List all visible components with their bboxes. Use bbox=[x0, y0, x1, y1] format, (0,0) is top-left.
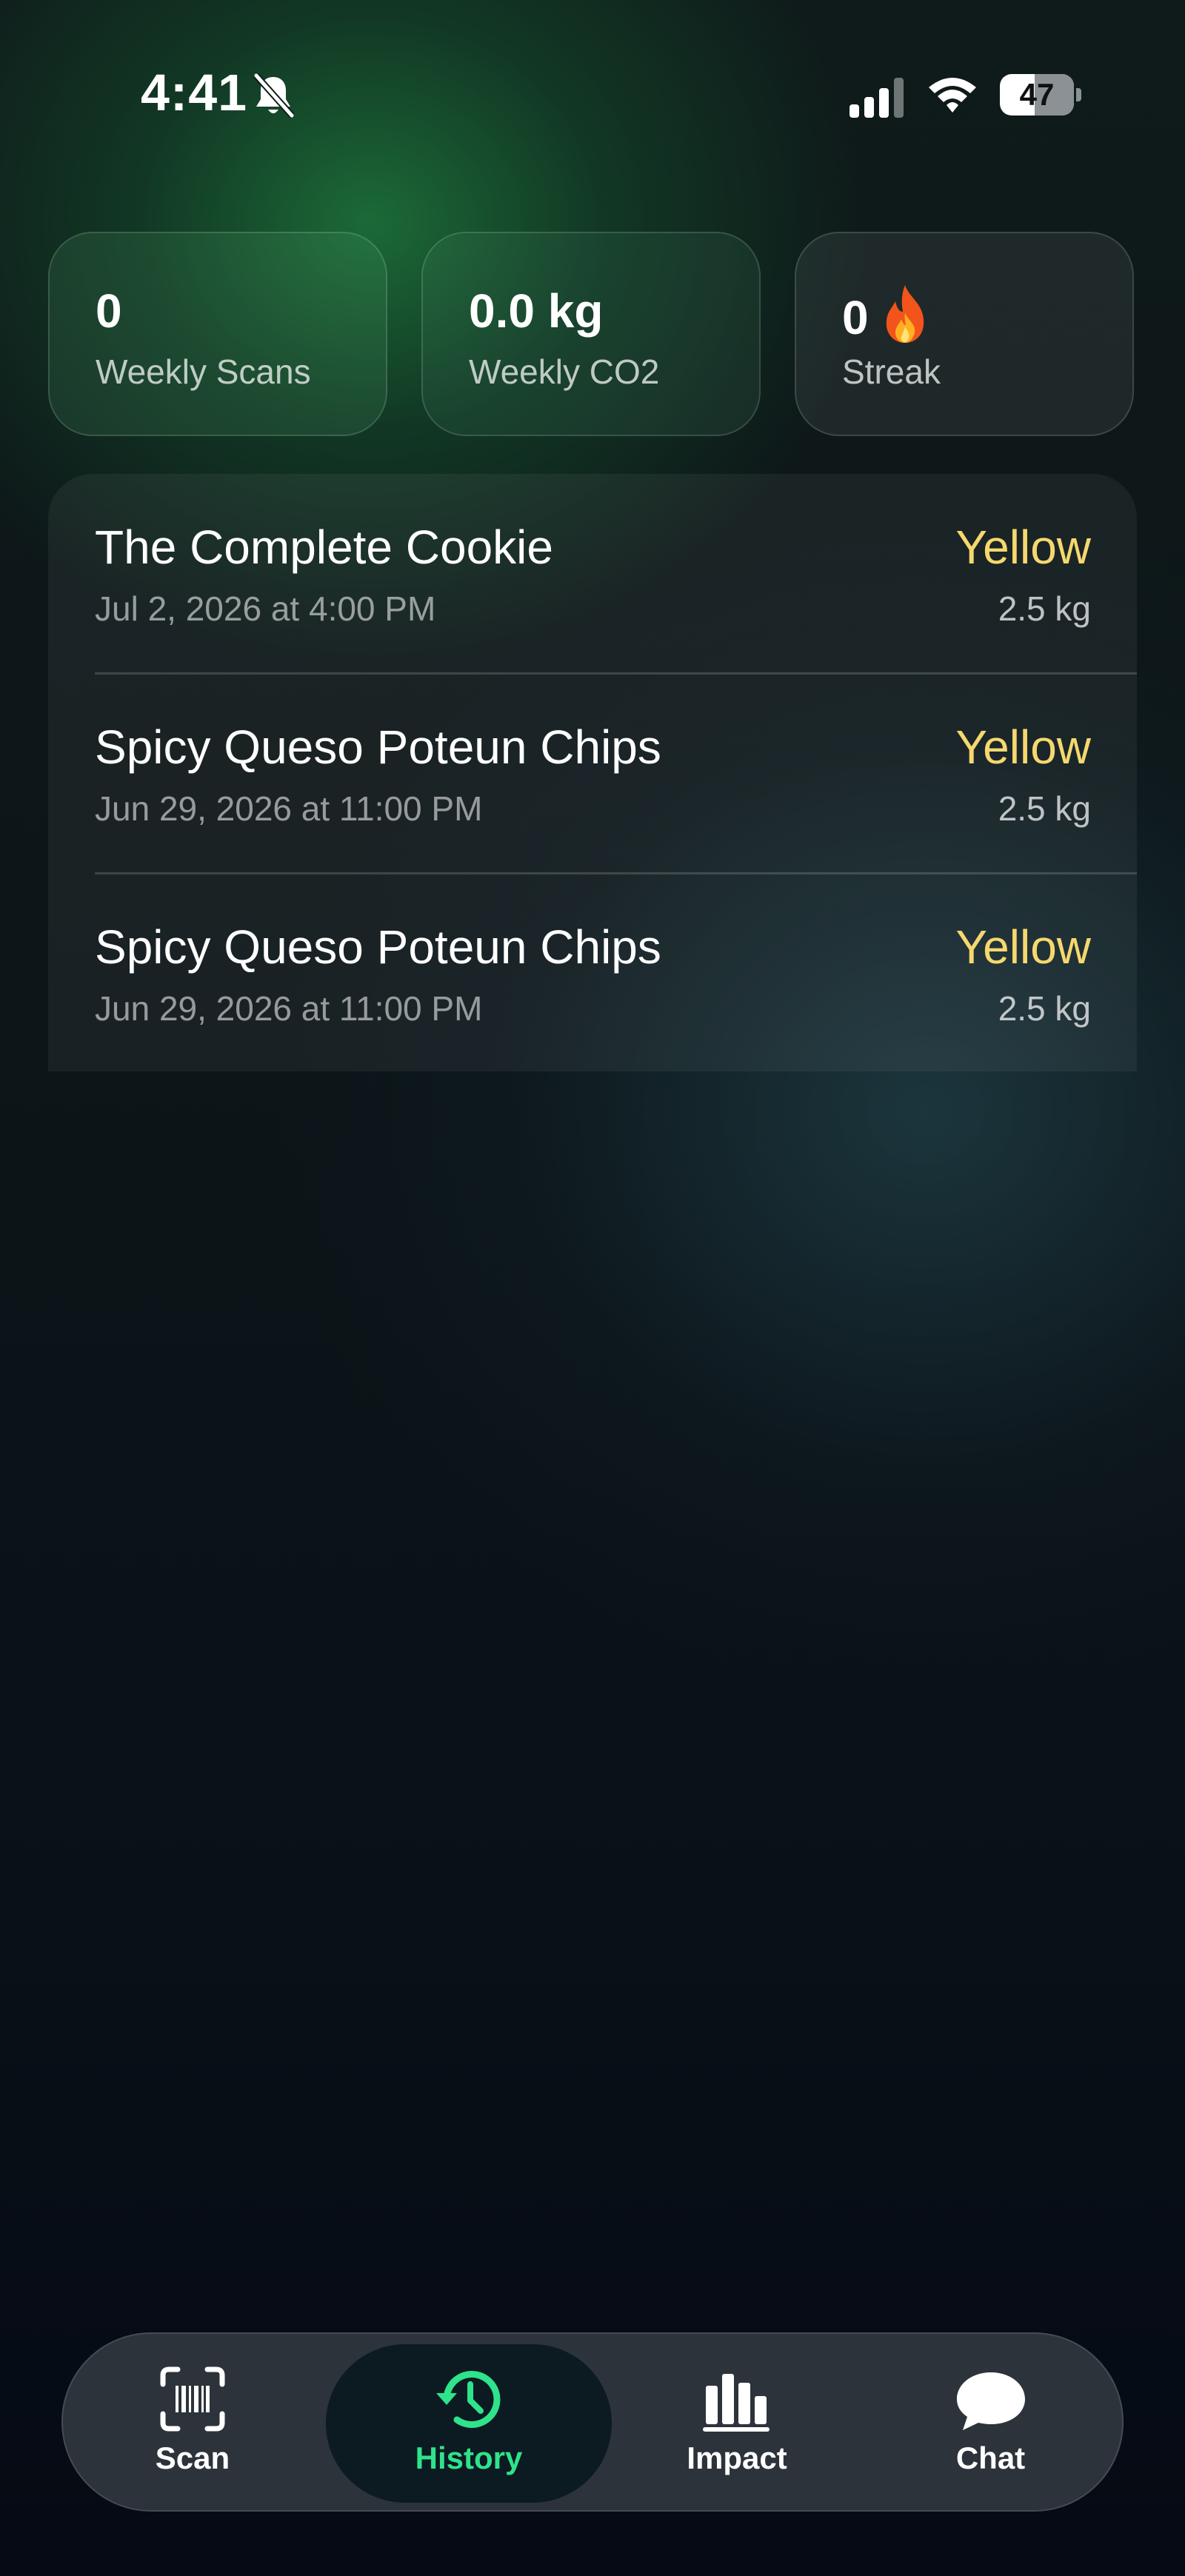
stat-card-weekly-co2[interactable]: 0.0 kg Weekly CO2 bbox=[421, 232, 761, 436]
stat-value: 0.0 kg bbox=[469, 284, 604, 338]
tab-scan[interactable]: Scan bbox=[63, 2344, 322, 2503]
status-time: 4:41 bbox=[141, 64, 248, 121]
item-name: Spicy Queso Poteun Chips bbox=[95, 920, 661, 974]
item-date: Jun 29, 2026 at 11:00 PM bbox=[95, 989, 483, 1028]
item-rating: Yellow bbox=[955, 720, 1091, 774]
tab-bar: Scan History Impact Chat bbox=[61, 2332, 1124, 2512]
item-co2: 2.5 kg bbox=[998, 789, 1091, 828]
stat-label: Weekly Scans bbox=[96, 352, 311, 391]
item-date: Jul 2, 2026 at 4:00 PM bbox=[95, 589, 436, 628]
history-clock-icon bbox=[436, 2371, 501, 2428]
tab-history[interactable]: History bbox=[326, 2344, 612, 2503]
chat-bubble-icon bbox=[956, 2372, 1025, 2430]
item-co2: 2.5 kg bbox=[998, 589, 1091, 628]
history-item[interactable]: Spicy Queso Poteun Chips Jun 29, 2026 at… bbox=[95, 674, 1137, 874]
item-name: Spicy Queso Poteun Chips bbox=[95, 720, 661, 774]
history-item[interactable]: The Complete Cookie Jul 2, 2026 at 4:00 … bbox=[95, 474, 1137, 675]
history-item[interactable]: Spicy Queso Poteun Chips Jun 29, 2026 at… bbox=[95, 874, 1137, 1071]
item-rating: Yellow bbox=[955, 920, 1091, 974]
signal-icon bbox=[849, 78, 904, 118]
barcode-scan-icon bbox=[160, 2366, 225, 2432]
item-name: The Complete Cookie bbox=[95, 521, 553, 574]
tab-chat[interactable]: Chat bbox=[859, 2344, 1122, 2503]
battery-level: 47 bbox=[1019, 77, 1055, 112]
history-list: The Complete Cookie Jul 2, 2026 at 4:00 … bbox=[48, 474, 1137, 1071]
item-rating: Yellow bbox=[955, 521, 1091, 574]
item-co2: 2.5 kg bbox=[998, 989, 1091, 1028]
stat-value-wrap: 0 bbox=[842, 284, 931, 345]
flame-icon bbox=[886, 285, 924, 343]
wifi-icon bbox=[929, 78, 976, 113]
stat-card-weekly-scans[interactable]: 0 Weekly Scans bbox=[48, 232, 387, 436]
bar-chart-icon bbox=[703, 2374, 770, 2432]
tab-label: Impact bbox=[687, 2440, 787, 2475]
stat-label: Weekly CO2 bbox=[469, 352, 660, 391]
battery-icon: 47 bbox=[1000, 74, 1081, 116]
status-bar: 4:41 47 bbox=[0, 0, 1185, 178]
tab-impact[interactable]: Impact bbox=[607, 2344, 867, 2503]
streak-value: 0 bbox=[842, 291, 869, 344]
item-date: Jun 29, 2026 at 11:00 PM bbox=[95, 789, 483, 828]
stat-label: Streak bbox=[842, 352, 941, 391]
tab-label: History bbox=[415, 2440, 523, 2475]
battery-nub bbox=[1076, 88, 1081, 101]
bell-slash-icon bbox=[253, 73, 295, 118]
stat-card-streak[interactable]: 0 Streak bbox=[795, 232, 1134, 436]
battery-body: 47 bbox=[1000, 74, 1074, 116]
stat-value: 0 bbox=[96, 284, 122, 338]
tab-label: Chat bbox=[955, 2440, 1026, 2475]
tab-label: Scan bbox=[155, 2440, 230, 2475]
